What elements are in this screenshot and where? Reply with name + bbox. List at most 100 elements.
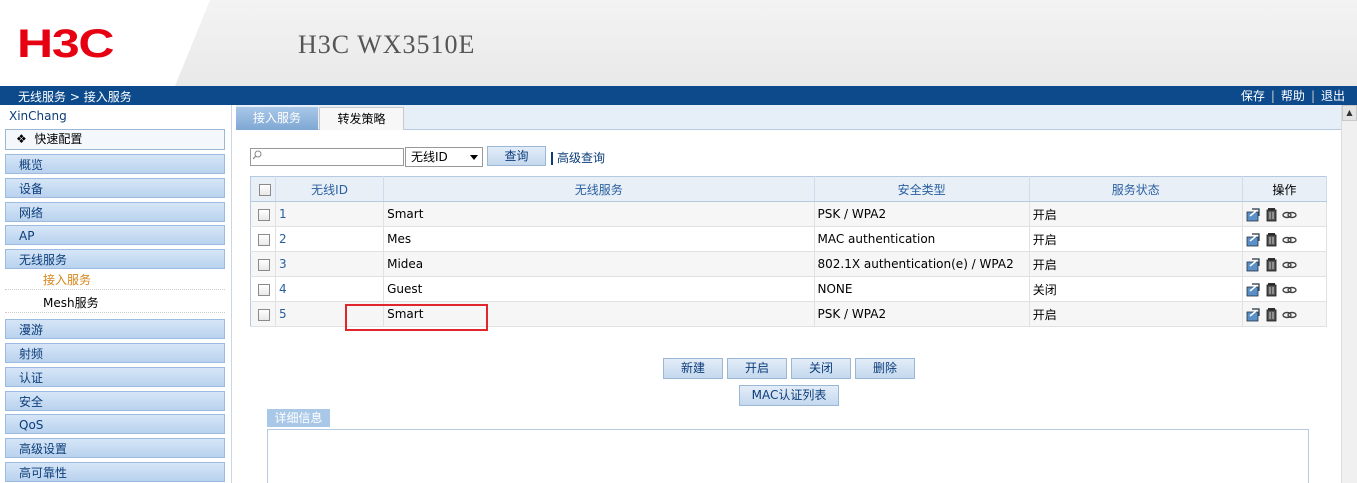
row-security: 802.1X authentication(e) / WPA2 — [814, 251, 1030, 277]
sidebar-subitem-mesh-service[interactable]: Mesh服务 — [5, 294, 225, 313]
disable-button[interactable]: 关闭 — [791, 358, 851, 379]
edit-icon[interactable] — [1246, 307, 1261, 322]
row-status: 关闭 — [1029, 276, 1243, 302]
row-status: 开启 — [1029, 201, 1243, 227]
logo-area: H3C — [0, 0, 210, 86]
edit-icon[interactable] — [1246, 207, 1261, 222]
link-icon[interactable] — [1282, 282, 1297, 297]
row-id[interactable]: 1 — [275, 201, 385, 227]
sidebar-item-network[interactable]: 网络 — [5, 202, 225, 222]
row-security: MAC authentication — [814, 226, 1030, 252]
details-panel — [267, 429, 1309, 483]
sidebar-item-security[interactable]: 安全 — [5, 391, 225, 411]
row-id[interactable]: 4 — [275, 276, 385, 302]
product-title: H3C WX3510E — [298, 30, 476, 59]
delete-icon[interactable] — [1264, 307, 1279, 322]
sidebar-item-ap[interactable]: AP — [5, 225, 225, 245]
save-link[interactable]: 保存 — [1235, 89, 1271, 103]
search-field-select[interactable]: 无线ID — [405, 147, 483, 167]
table-row: 1 Smart PSK / WPA2 开启 — [250, 201, 1328, 227]
sidebar-subitem-access-service[interactable]: 接入服务 — [5, 271, 225, 290]
row-checkbox[interactable] — [258, 258, 270, 271]
row-status: 开启 — [1029, 301, 1243, 327]
quick-config-label: 快速配置 — [34, 132, 83, 146]
details-label: 详细信息 — [267, 409, 330, 427]
row-security: PSK / WPA2 — [814, 201, 1030, 227]
table-row: 4 Guest NONE 关闭 — [250, 276, 1328, 302]
delete-icon[interactable] — [1264, 282, 1279, 297]
mac-auth-list-button[interactable]: MAC认证列表 — [739, 385, 839, 406]
breadcrumb-separator: > — [69, 90, 80, 104]
sidebar-item-auth[interactable]: 认证 — [5, 367, 225, 387]
row-service: Guest — [383, 276, 815, 302]
link-icon[interactable] — [1282, 207, 1297, 222]
breadcrumb-current: 接入服务 — [83, 90, 132, 104]
row-checkbox-cell — [250, 251, 277, 277]
vertical-scrollbar[interactable]: ▲ — [1341, 105, 1357, 483]
row-security: PSK / WPA2 — [814, 301, 1030, 327]
sidebar-item-device[interactable]: 设备 — [5, 178, 225, 198]
row-ops — [1242, 276, 1328, 302]
delete-button[interactable]: 删除 — [855, 358, 915, 379]
row-service: Midea — [383, 251, 815, 277]
row-checkbox[interactable] — [258, 208, 270, 221]
edit-icon[interactable] — [1246, 257, 1261, 272]
sidebar-item-wireless-service[interactable]: 无线服务 — [5, 249, 225, 269]
column-header-id[interactable]: 无线ID — [275, 176, 385, 202]
table-header-row: 无线ID 无线服务 安全类型 服务状态 操作 — [250, 176, 1328, 202]
search-field-value: 无线ID — [411, 150, 448, 164]
query-button[interactable]: 查询 — [487, 146, 546, 166]
delete-icon[interactable] — [1264, 207, 1279, 222]
row-id[interactable]: 3 — [275, 251, 385, 277]
row-checkbox-cell — [250, 226, 277, 252]
row-ops — [1242, 251, 1328, 277]
column-header-ops: 操作 — [1242, 176, 1328, 202]
help-link[interactable]: 帮助 — [1275, 89, 1311, 103]
row-checkbox-cell — [250, 301, 277, 327]
header: H3C H3C WX3510E — [0, 0, 1357, 86]
select-all-cell — [250, 176, 277, 202]
enable-button[interactable]: 开启 — [727, 358, 787, 379]
quick-config-button[interactable]: ❖ 快速配置 — [5, 129, 225, 150]
edit-icon[interactable] — [1246, 232, 1261, 247]
row-checkbox-cell — [250, 201, 277, 227]
scroll-up-icon[interactable]: ▲ — [1342, 105, 1357, 121]
sidebar-item-qos[interactable]: QoS — [5, 414, 225, 434]
column-header-service[interactable]: 无线服务 — [383, 176, 815, 202]
sidebar-item-advanced[interactable]: 高级设置 — [5, 438, 225, 458]
delete-icon[interactable] — [1264, 257, 1279, 272]
column-header-security[interactable]: 安全类型 — [814, 176, 1030, 202]
row-service: Smart — [383, 201, 815, 227]
table-row: 3 Midea 802.1X authentication(e) / WPA2 … — [250, 251, 1328, 277]
tab-access-service[interactable]: 接入服务 — [236, 107, 318, 130]
breadcrumb: 无线服务 > 接入服务 — [18, 88, 132, 105]
sidebar-item-reliability[interactable]: 高可靠性 — [5, 462, 225, 482]
sidebar-item-overview[interactable]: 概览 — [5, 154, 225, 174]
new-button[interactable]: 新建 — [663, 358, 723, 379]
edit-icon[interactable] — [1246, 282, 1261, 297]
logout-link[interactable]: 退出 — [1315, 89, 1351, 103]
search-icon — [252, 150, 262, 160]
select-all-checkbox[interactable] — [259, 183, 271, 196]
delete-icon[interactable] — [1264, 232, 1279, 247]
breadcrumb-root[interactable]: 无线服务 — [18, 90, 66, 104]
search-input[interactable] — [250, 148, 404, 166]
advanced-query-link[interactable]: 高级查询 — [551, 152, 605, 165]
column-header-status[interactable]: 服务状态 — [1029, 176, 1243, 202]
highlight-annotation-box — [345, 304, 488, 331]
top-navbar: 无线服务 > 接入服务 保存 | 帮助 | 退出 — [0, 86, 1357, 105]
sidebar-item-roaming[interactable]: 漫游 — [5, 319, 225, 339]
row-checkbox[interactable] — [258, 233, 270, 246]
row-checkbox[interactable] — [258, 283, 270, 296]
row-security: NONE — [814, 276, 1030, 302]
link-icon[interactable] — [1282, 257, 1297, 272]
tab-bar: 接入服务 转发策略 — [236, 105, 1341, 130]
sidebar-item-radio[interactable]: 射频 — [5, 343, 225, 363]
row-id[interactable]: 2 — [275, 226, 385, 252]
row-checkbox[interactable] — [258, 308, 270, 321]
link-icon[interactable] — [1282, 232, 1297, 247]
row-ops — [1242, 201, 1328, 227]
tab-forward-policy[interactable]: 转发策略 — [319, 107, 404, 130]
link-icon[interactable] — [1282, 307, 1297, 322]
site-name: XinChang — [9, 109, 67, 123]
